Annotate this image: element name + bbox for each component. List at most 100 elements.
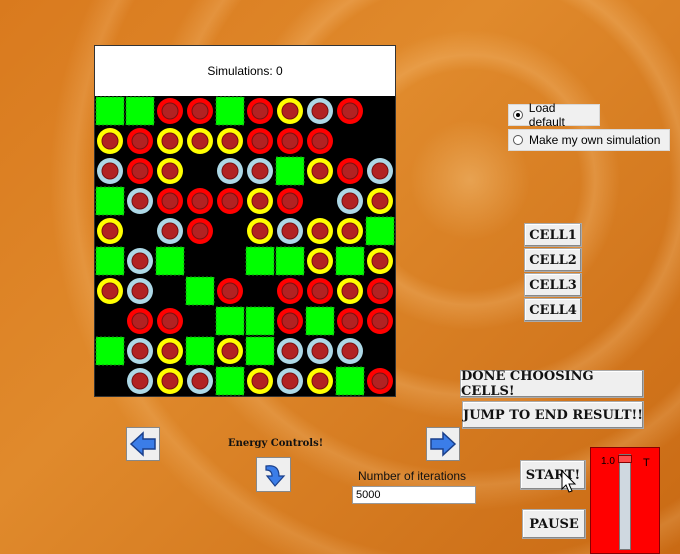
green-square-cell[interactable] [185, 336, 215, 366]
cell4-button[interactable]: CELL4 [524, 298, 582, 322]
blue-ring-cell[interactable] [127, 188, 153, 214]
blue-ring-cell[interactable] [247, 158, 273, 184]
green-square-cell[interactable] [95, 186, 125, 216]
energy-button[interactable] [256, 457, 291, 492]
red-ring-cell[interactable] [367, 308, 393, 334]
blue-ring-cell[interactable] [127, 338, 153, 364]
yellow-ring-cell[interactable] [337, 218, 363, 244]
green-square-cell[interactable] [215, 306, 245, 336]
blue-ring-cell[interactable] [187, 368, 213, 394]
red-ring-cell[interactable] [157, 188, 183, 214]
yellow-ring-cell[interactable] [187, 128, 213, 154]
done-choosing-cells-button[interactable]: DONE CHOOSING CELLS! [460, 369, 644, 399]
blue-ring-cell[interactable] [367, 158, 393, 184]
jump-to-end-button[interactable]: JUMP TO END RESULT!! [462, 401, 644, 429]
yellow-ring-cell[interactable] [247, 368, 273, 394]
red-ring-cell[interactable] [157, 308, 183, 334]
yellow-ring-cell[interactable] [247, 218, 273, 244]
blue-ring-cell[interactable] [277, 218, 303, 244]
red-ring-cell[interactable] [367, 368, 393, 394]
yellow-ring-cell[interactable] [307, 248, 333, 274]
red-ring-cell[interactable] [307, 128, 333, 154]
next-button[interactable] [426, 427, 460, 461]
green-square-cell[interactable] [365, 216, 395, 246]
make-own-simulation-option[interactable]: Make my own simulation [508, 129, 670, 151]
green-square-cell[interactable] [185, 276, 215, 306]
green-square-cell[interactable] [335, 246, 365, 276]
blue-ring-cell[interactable] [337, 338, 363, 364]
green-square-cell[interactable] [95, 336, 125, 366]
cell2-button[interactable]: CELL2 [524, 248, 582, 272]
load-default-radio[interactable] [513, 110, 523, 120]
green-square-cell[interactable] [275, 156, 305, 186]
yellow-ring-cell[interactable] [217, 128, 243, 154]
yellow-ring-cell[interactable] [157, 338, 183, 364]
red-ring-cell[interactable] [337, 98, 363, 124]
red-ring-cell[interactable] [277, 278, 303, 304]
red-ring-cell[interactable] [277, 188, 303, 214]
blue-ring-cell[interactable] [277, 368, 303, 394]
yellow-ring-cell[interactable] [307, 218, 333, 244]
green-square-cell[interactable] [125, 96, 155, 126]
red-ring-cell[interactable] [277, 308, 303, 334]
yellow-ring-cell[interactable] [247, 188, 273, 214]
temperature-knob[interactable] [618, 455, 632, 463]
simulation-grid[interactable] [95, 96, 395, 396]
pause-button[interactable]: PAUSE [522, 509, 586, 539]
red-ring-cell[interactable] [367, 278, 393, 304]
yellow-ring-cell[interactable] [217, 338, 243, 364]
yellow-ring-cell[interactable] [97, 218, 123, 244]
red-ring-cell[interactable] [187, 218, 213, 244]
blue-ring-cell[interactable] [277, 338, 303, 364]
red-ring-cell[interactable] [157, 98, 183, 124]
red-ring-cell[interactable] [277, 128, 303, 154]
red-ring-cell[interactable] [217, 188, 243, 214]
blue-ring-cell[interactable] [127, 248, 153, 274]
blue-ring-cell[interactable] [97, 158, 123, 184]
green-square-cell[interactable] [215, 366, 245, 396]
blue-ring-cell[interactable] [127, 368, 153, 394]
green-square-cell[interactable] [275, 246, 305, 276]
red-ring-cell[interactable] [187, 188, 213, 214]
temperature-slider[interactable]: 1.0 T [590, 447, 660, 554]
red-ring-cell[interactable] [307, 278, 333, 304]
green-square-cell[interactable] [305, 306, 335, 336]
load-default-option[interactable]: Load default [508, 101, 600, 129]
red-ring-cell[interactable] [247, 128, 273, 154]
yellow-ring-cell[interactable] [157, 128, 183, 154]
yellow-ring-cell[interactable] [307, 368, 333, 394]
green-square-cell[interactable] [335, 366, 365, 396]
blue-ring-cell[interactable] [307, 98, 333, 124]
cell3-button[interactable]: CELL3 [524, 273, 582, 297]
previous-button[interactable] [126, 427, 160, 461]
blue-ring-cell[interactable] [337, 188, 363, 214]
blue-ring-cell[interactable] [307, 338, 333, 364]
temperature-track[interactable] [618, 454, 632, 550]
iterations-input[interactable] [352, 486, 476, 504]
blue-ring-cell[interactable] [157, 218, 183, 244]
green-square-cell[interactable] [245, 336, 275, 366]
red-ring-cell[interactable] [217, 278, 243, 304]
blue-ring-cell[interactable] [217, 158, 243, 184]
green-square-cell[interactable] [215, 96, 245, 126]
yellow-ring-cell[interactable] [157, 368, 183, 394]
green-square-cell[interactable] [95, 96, 125, 126]
yellow-ring-cell[interactable] [307, 158, 333, 184]
yellow-ring-cell[interactable] [97, 128, 123, 154]
yellow-ring-cell[interactable] [367, 248, 393, 274]
make-own-simulation-radio[interactable] [513, 135, 523, 145]
red-ring-cell[interactable] [187, 98, 213, 124]
yellow-ring-cell[interactable] [367, 188, 393, 214]
red-ring-cell[interactable] [337, 308, 363, 334]
green-square-cell[interactable] [95, 246, 125, 276]
green-square-cell[interactable] [245, 246, 275, 276]
yellow-ring-cell[interactable] [277, 98, 303, 124]
green-square-cell[interactable] [245, 306, 275, 336]
red-ring-cell[interactable] [127, 128, 153, 154]
red-ring-cell[interactable] [127, 308, 153, 334]
red-ring-cell[interactable] [127, 158, 153, 184]
yellow-ring-cell[interactable] [97, 278, 123, 304]
green-square-cell[interactable] [155, 246, 185, 276]
red-ring-cell[interactable] [337, 158, 363, 184]
yellow-ring-cell[interactable] [337, 278, 363, 304]
